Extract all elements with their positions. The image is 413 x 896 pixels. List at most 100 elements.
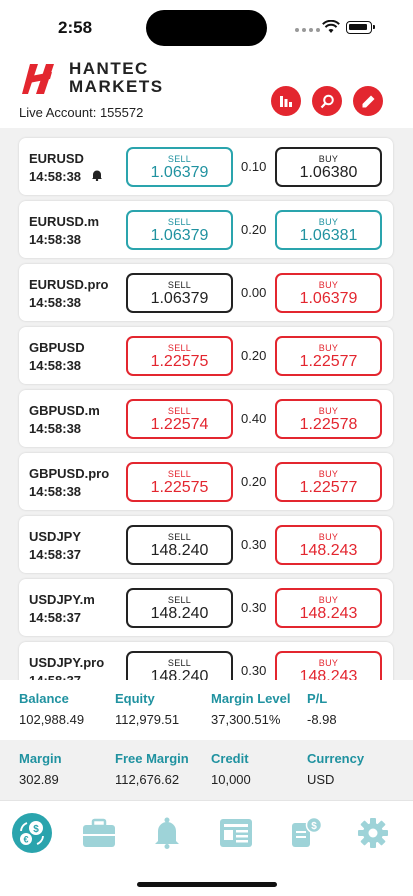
battery-icon [346,21,375,34]
alert-bell-icon [92,170,102,181]
sell-button[interactable]: SELL 148.240 [126,588,233,628]
free-margin-label: Free Margin [115,751,189,766]
sell-button[interactable]: SELL 1.22575 [126,462,233,502]
symbol-name: EURUSD [29,151,84,166]
margin-value: 302.89 [19,772,59,787]
tab-alerts[interactable] [147,813,187,853]
symbol-name: USDJPY.pro [29,655,105,670]
settings-icon [358,818,388,848]
portfolio-icon [83,818,115,847]
buy-label: BUY [318,154,339,164]
spread-value: 0.20 [241,474,267,489]
pl-label: P/L [307,691,328,706]
buy-button[interactable]: BUY 1.06379 [275,273,382,313]
buy-label: BUY [318,658,339,668]
tab-transfer[interactable]: $ [286,813,326,853]
quotes-list[interactable]: EURUSD 14:58:38 SELL 1.06379 0.10 BUY 1.06380 E… [0,128,413,680]
quote-row[interactable]: GBPUSD 14:58:38 SELL 1.22575 0.20 BUY 1.22577 [19,327,393,384]
symbol-name: EURUSD.m [29,214,100,229]
quote-row[interactable]: USDJPY.m 14:58:37 SELL 148.240 0.30 BUY 148.24… [19,579,393,636]
sell-button[interactable]: SELL 1.06379 [126,147,233,187]
bar-chart-icon [280,96,292,107]
balance-value: 102,988.49 [19,712,85,727]
sell-label: SELL [167,280,192,290]
sell-label: SELL [167,343,192,353]
spread-value: 0.30 [241,663,267,678]
buy-label: BUY [318,217,339,227]
symbol-name: USDJPY [29,529,82,544]
sell-label: SELL [167,154,192,164]
quote-row[interactable]: GBPUSD.pro 14:58:38 SELL 1.22575 0.20 BUY 1.22… [19,453,393,510]
buy-label: BUY [318,469,339,479]
svg-text:€: € [23,835,28,845]
dynamic-island [146,10,267,46]
quote-time: 14:58:37 [29,610,82,625]
tab-portfolio[interactable] [79,813,119,853]
tab-settings[interactable] [353,813,393,853]
quote-row[interactable]: EURUSD.m 14:58:38 SELL 1.06379 0.20 BUY 1.0638… [19,201,393,258]
quote-time: 14:58:37 [29,673,81,680]
chart-button[interactable] [271,86,301,116]
margin-label: Margin [19,751,62,766]
sell-button[interactable]: SELL 1.22575 [126,336,233,376]
buy-price: 1.06379 [299,290,358,307]
sell-price: 1.06379 [150,227,209,244]
brand-name: HANTEC MARKETS [69,59,164,96]
credit-label: Credit [211,751,249,766]
quote-time: 14:58:38 [29,484,82,499]
account-summary: Balance 102,988.49 Equity 112,979.51 Mar… [0,680,413,800]
transfer-icon: $ [292,817,323,847]
buy-label: BUY [318,406,339,416]
quote-row[interactable]: USDJPY 14:58:37 SELL 148.240 0.30 BUY 148.243 [19,516,393,573]
tab-news[interactable] [216,813,256,853]
currency-label: Currency [307,751,365,766]
spread-value: 0.10 [241,159,267,174]
buy-price: 1.22577 [299,479,358,496]
sell-button[interactable]: SELL 1.06379 [126,273,233,313]
search-button[interactable] [312,86,342,116]
quote-row[interactable]: USDJPY.pro14:58:37SELL148.2400.30BUY148.… [19,642,393,680]
sell-price: 148.240 [150,668,209,680]
quote-row[interactable]: EURUSD 14:58:38 SELL 1.06379 0.10 BUY 1.06380 [19,138,393,195]
sell-button[interactable]: SELL 1.06379 [126,210,233,250]
spread-value: 0.30 [241,600,267,615]
spread-value: 0.20 [241,348,267,363]
quote-time: 14:58:38 [29,421,82,436]
sell-price: 1.06379 [150,164,209,181]
buy-button[interactable]: BUY 1.06380 [275,147,382,187]
buy-button[interactable]: BUY 1.22578 [275,399,382,439]
buy-button[interactable]: BUY 1.22577 [275,336,382,376]
buy-label: BUY [318,595,339,605]
hantec-logo-icon [22,64,54,94]
spread-value: 0.20 [241,222,267,237]
spread-value: 0.40 [241,411,267,426]
news-icon [220,819,252,847]
buy-price: 1.06380 [299,164,358,181]
symbol-name: USDJPY.m [29,592,95,607]
buy-price: 1.22577 [299,353,358,370]
sell-button[interactable]: SELL 148.240 [126,651,233,680]
sell-price: 1.22575 [150,353,209,370]
buy-button[interactable]: BUY 148.243 [275,588,382,628]
tab-quotes[interactable]: $ € [12,813,52,853]
sell-label: SELL [167,217,192,227]
buy-button[interactable]: BUY 148.243 [275,651,382,680]
quote-row[interactable]: EURUSD.pro 14:58:38 SELL 1.06379 0.00 BUY 1.06… [19,264,393,321]
quote-row[interactable]: GBPUSD.m 14:58:38 SELL 1.22574 0.40 BUY 1.2257… [19,390,393,447]
buy-button[interactable]: BUY 1.22577 [275,462,382,502]
sell-button[interactable]: SELL 148.240 [126,525,233,565]
buy-button[interactable]: BUY 1.06381 [275,210,382,250]
symbol-name: GBPUSD [29,340,85,355]
spread-value: 0.00 [241,285,267,300]
spread-value: 0.30 [241,537,267,552]
buy-button[interactable]: BUY 148.243 [275,525,382,565]
quote-time: 14:58:38 [29,169,82,184]
buy-price: 1.22578 [299,416,358,433]
sell-button[interactable]: SELL 1.22574 [126,399,233,439]
buy-label: BUY [318,280,339,290]
buy-price: 1.06381 [299,227,358,244]
quote-time: 14:58:37 [29,547,82,562]
sell-price: 148.240 [150,605,209,622]
edit-button[interactable] [353,86,383,116]
account-summary-row-2: Margin 302.89 Free Margin 112,676.62 Cre… [0,740,413,800]
